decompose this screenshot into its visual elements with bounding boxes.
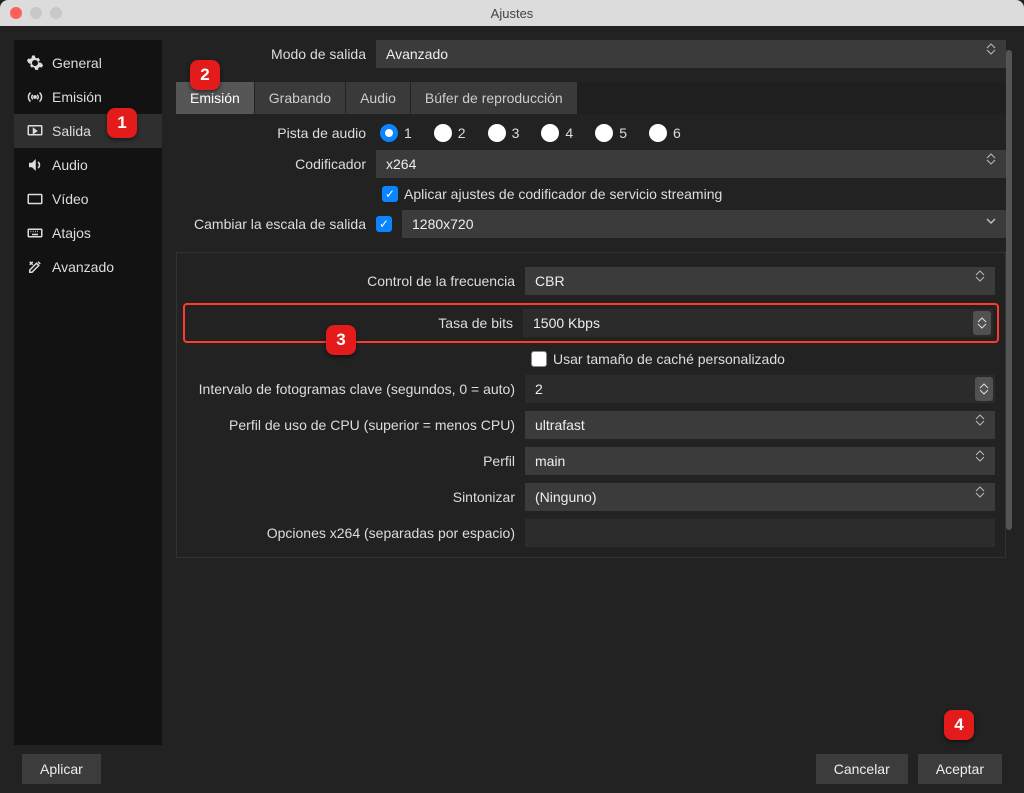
spinner-arrows-icon[interactable] xyxy=(973,311,991,335)
rescale-select[interactable]: 1280x720 xyxy=(402,210,1006,238)
settings-content: Modo de salida Avanzado Emisión Grabando… xyxy=(176,40,1010,745)
enforce-service-checkbox[interactable] xyxy=(382,186,398,202)
rescale-checkbox[interactable] xyxy=(376,216,392,232)
tab-recording[interactable]: Grabando xyxy=(255,82,346,114)
content-scrollbar[interactable] xyxy=(1004,40,1012,745)
gear-icon xyxy=(26,54,44,72)
x264opts-label: Opciones x264 (separadas por espacio) xyxy=(187,525,525,541)
bitrate-value: 1500 Kbps xyxy=(533,315,600,331)
sidebar-item-label: Vídeo xyxy=(52,191,89,207)
sidebar-item-label: Salida xyxy=(52,123,91,139)
sidebar-item-advanced[interactable]: Avanzado xyxy=(14,250,162,284)
audio-track-1[interactable]: 1 xyxy=(380,124,412,142)
audio-track-label: Pista de audio xyxy=(176,125,376,141)
profile-value: main xyxy=(535,453,565,469)
stepper-icon xyxy=(986,153,1002,175)
cancel-button[interactable]: Cancelar xyxy=(816,754,908,784)
encoder-settings-section: Control de la frecuencia CBR Tasa de bit… xyxy=(176,252,1006,558)
profile-label: Perfil xyxy=(187,453,525,469)
apply-button[interactable]: Aplicar xyxy=(22,754,101,784)
sidebar-item-audio[interactable]: Audio xyxy=(14,148,162,182)
custom-buffer-label: Usar tamaño de caché personalizado xyxy=(553,351,785,367)
custom-buffer-checkbox[interactable] xyxy=(531,351,547,367)
chevron-down-icon xyxy=(986,218,1002,240)
stepper-icon xyxy=(975,414,991,436)
enforce-service-label: Aplicar ajustes de codificador de servic… xyxy=(404,186,722,202)
sidebar-item-label: Audio xyxy=(52,157,88,173)
callout-4: 4 xyxy=(944,710,974,740)
video-icon xyxy=(26,190,44,208)
x264opts-input[interactable] xyxy=(525,519,995,547)
bitrate-label: Tasa de bits xyxy=(189,315,523,331)
tab-replaybuffer[interactable]: Búfer de reproducción xyxy=(411,82,577,114)
audio-track-2[interactable]: 2 xyxy=(434,124,466,142)
keyframe-value: 2 xyxy=(535,381,543,397)
profile-select[interactable]: main xyxy=(525,447,995,475)
broadcast-icon xyxy=(26,88,44,106)
sidebar-item-label: General xyxy=(52,55,102,71)
rescale-label: Cambiar la escala de salida xyxy=(176,216,376,232)
tune-select[interactable]: (Ninguno) xyxy=(525,483,995,511)
dialog-footer: Aplicar Cancelar Aceptar xyxy=(0,745,1024,793)
minimize-window-button xyxy=(30,7,42,19)
keyboard-icon xyxy=(26,224,44,242)
rate-control-select[interactable]: CBR xyxy=(525,267,995,295)
traffic-lights xyxy=(10,7,62,19)
ok-button[interactable]: Aceptar xyxy=(918,754,1002,784)
audio-track-3[interactable]: 3 xyxy=(488,124,520,142)
sidebar-item-label: Atajos xyxy=(52,225,91,241)
encoder-select[interactable]: x264 xyxy=(376,150,1006,178)
tune-label: Sintonizar xyxy=(187,489,525,505)
callout-1: 1 xyxy=(107,108,137,138)
keyframe-label: Intervalo de fotogramas clave (segundos,… xyxy=(187,381,525,397)
callout-2: 2 xyxy=(190,60,220,90)
sidebar-item-video[interactable]: Vídeo xyxy=(14,182,162,216)
close-window-button[interactable] xyxy=(10,7,22,19)
callout-3: 3 xyxy=(326,325,356,355)
sidebar-item-output[interactable]: Salida xyxy=(14,114,162,148)
audio-track-5[interactable]: 5 xyxy=(595,124,627,142)
stepper-icon xyxy=(975,270,991,292)
zoom-window-button xyxy=(50,7,62,19)
stepper-icon xyxy=(986,43,1002,65)
cpu-preset-value: ultrafast xyxy=(535,417,585,433)
output-mode-select[interactable]: Avanzado xyxy=(376,40,1006,68)
window-title: Ajustes xyxy=(491,6,534,21)
rate-control-label: Control de la frecuencia xyxy=(187,273,525,289)
scroll-thumb[interactable] xyxy=(1006,50,1012,530)
sidebar-item-general[interactable]: General xyxy=(14,46,162,80)
rescale-value: 1280x720 xyxy=(412,216,474,232)
keyframe-input[interactable]: 2 xyxy=(525,375,995,403)
sidebar-item-label: Avanzado xyxy=(52,259,114,275)
sidebar-item-stream[interactable]: Emisión xyxy=(14,80,162,114)
output-icon xyxy=(26,122,44,140)
stepper-icon xyxy=(975,486,991,508)
rate-control-value: CBR xyxy=(535,273,565,289)
tune-value: (Ninguno) xyxy=(535,489,596,505)
output-mode-label: Modo de salida xyxy=(254,46,376,62)
cpu-preset-select[interactable]: ultrafast xyxy=(525,411,995,439)
encoder-label: Codificador xyxy=(176,156,376,172)
titlebar: Ajustes xyxy=(0,0,1024,26)
output-tabs: Emisión Grabando Audio Búfer de reproduc… xyxy=(176,82,1006,114)
spinner-arrows-icon[interactable] xyxy=(975,377,993,401)
encoder-value: x264 xyxy=(386,156,416,172)
stepper-icon xyxy=(975,450,991,472)
cpu-preset-label: Perfil de uso de CPU (superior = menos C… xyxy=(187,417,525,433)
output-mode-value: Avanzado xyxy=(386,46,448,62)
sidebar-item-label: Emisión xyxy=(52,89,102,105)
audio-track-6[interactable]: 6 xyxy=(649,124,681,142)
audio-track-4[interactable]: 4 xyxy=(541,124,573,142)
tab-audio[interactable]: Audio xyxy=(346,82,411,114)
bitrate-input[interactable]: 1500 Kbps xyxy=(523,309,993,337)
audio-icon xyxy=(26,156,44,174)
settings-sidebar: General Emisión Salida Audio Vídeo xyxy=(14,40,162,745)
tools-icon xyxy=(26,258,44,276)
sidebar-item-hotkeys[interactable]: Atajos xyxy=(14,216,162,250)
audio-track-group: 1 2 3 4 5 6 xyxy=(376,124,1006,142)
